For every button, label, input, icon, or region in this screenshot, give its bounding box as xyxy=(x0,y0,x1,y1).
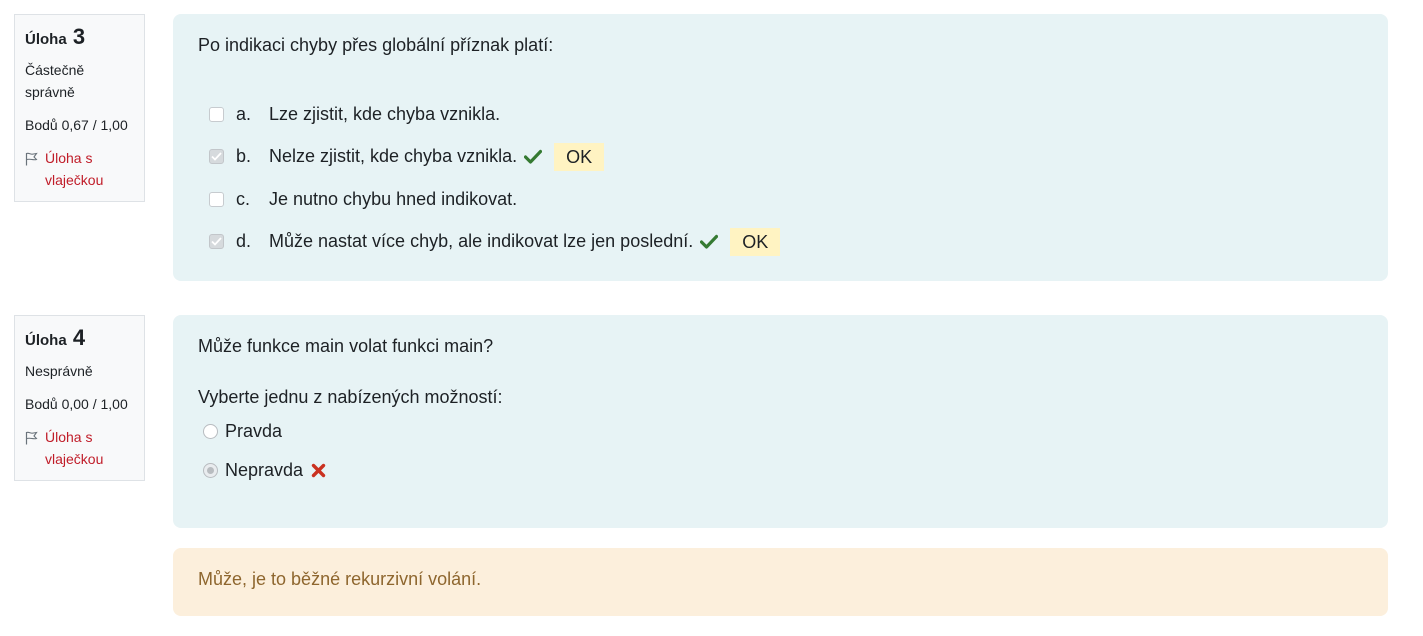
question-4-prompt: Vyberte jednu z nabízených možností: xyxy=(198,387,503,407)
question-number: 4 xyxy=(72,325,86,350)
question-3-state: Částečně správně xyxy=(25,62,85,100)
answer-feedback-badge: OK xyxy=(554,142,605,171)
question-3-info: Úloha 3 Částečně správně Bodů 0,67 / 1,0… xyxy=(14,14,145,202)
answer-letter: c. xyxy=(236,188,251,209)
option-nepravda-radio[interactable] xyxy=(203,463,218,478)
answer-b[interactable]: b. Nelze zjistit, kde chyba vznikla. OK xyxy=(198,136,1363,179)
question-4-grade: Bodů 0,00 / 1,00 xyxy=(25,396,128,412)
question-4-text: Může funkce main volat funkci main? xyxy=(198,336,494,356)
check-icon xyxy=(524,149,543,164)
answer-letter: d. xyxy=(236,231,252,252)
answer-feedback-badge: OK xyxy=(730,227,781,256)
question-4-flag-link[interactable]: Úloha s vlaječkou xyxy=(25,426,134,470)
option-pravda[interactable]: Pravda xyxy=(198,412,1363,451)
answer-text: Může nastat více chyb, ale indikovat lze… xyxy=(269,231,694,252)
flag-label[interactable]: Úloha s vlaječkou xyxy=(45,147,134,191)
flag-icon xyxy=(25,150,39,191)
question-3-text: Po indikaci chyby přes globální příznak … xyxy=(198,35,554,55)
question-3-number: Úloha 3 xyxy=(25,24,134,53)
question-4-content: Může funkce main volat funkci main? Vybe… xyxy=(173,315,1388,528)
answer-c-checkbox[interactable] xyxy=(209,191,224,207)
question-4-number: Úloha 4 xyxy=(25,325,134,354)
answer-letter: b. xyxy=(236,146,252,167)
flag-label[interactable]: Úloha s vlaječkou xyxy=(45,426,134,470)
answer-d[interactable]: d. Může nastat více chyb, ale indikovat … xyxy=(198,221,1363,264)
answer-letter: a. xyxy=(236,103,252,124)
question-number: 3 xyxy=(72,24,86,49)
option-label: Nepravda xyxy=(225,460,304,480)
answer-a-checkbox[interactable] xyxy=(209,106,224,122)
cross-icon xyxy=(311,463,326,478)
answer-d-checkbox[interactable] xyxy=(209,234,224,250)
option-nepravda[interactable]: Nepravda xyxy=(198,451,1363,490)
question-4-general-feedback: Může, je to běžné rekurzivní volání. xyxy=(173,548,1388,616)
answer-a[interactable]: a. Lze zjistit, kde chyba vznikla. xyxy=(198,93,1363,136)
question-3-flag-link[interactable]: Úloha s vlaječkou xyxy=(25,147,134,191)
answer-b-checkbox[interactable] xyxy=(209,149,224,165)
answer-text: Lze zjistit, kde chyba vznikla. xyxy=(269,103,501,124)
question-heading: Úloha xyxy=(25,31,67,48)
option-pravda-radio[interactable] xyxy=(203,424,218,439)
check-icon xyxy=(700,234,719,249)
answer-c[interactable]: c. Je nutno chybu hned indikovat. xyxy=(198,178,1363,221)
answer-text: Nelze zjistit, kde chyba vznikla. xyxy=(269,146,518,167)
flag-icon xyxy=(25,429,39,470)
answer-text: Je nutno chybu hned indikovat. xyxy=(269,188,518,209)
question-4-info: Úloha 4 Nesprávně Bodů 0,00 / 1,00 Úloha… xyxy=(14,315,145,481)
question-3-answers: a. Lze zjistit, kde chyba vznikla. b. Ne… xyxy=(198,93,1363,263)
option-label: Pravda xyxy=(225,421,283,441)
question-3-grade: Bodů 0,67 / 1,00 xyxy=(25,117,128,133)
question-3-content: Po indikaci chyby přes globální příznak … xyxy=(173,14,1388,281)
question-heading: Úloha xyxy=(25,332,67,349)
question-4-state: Nesprávně xyxy=(25,363,93,379)
